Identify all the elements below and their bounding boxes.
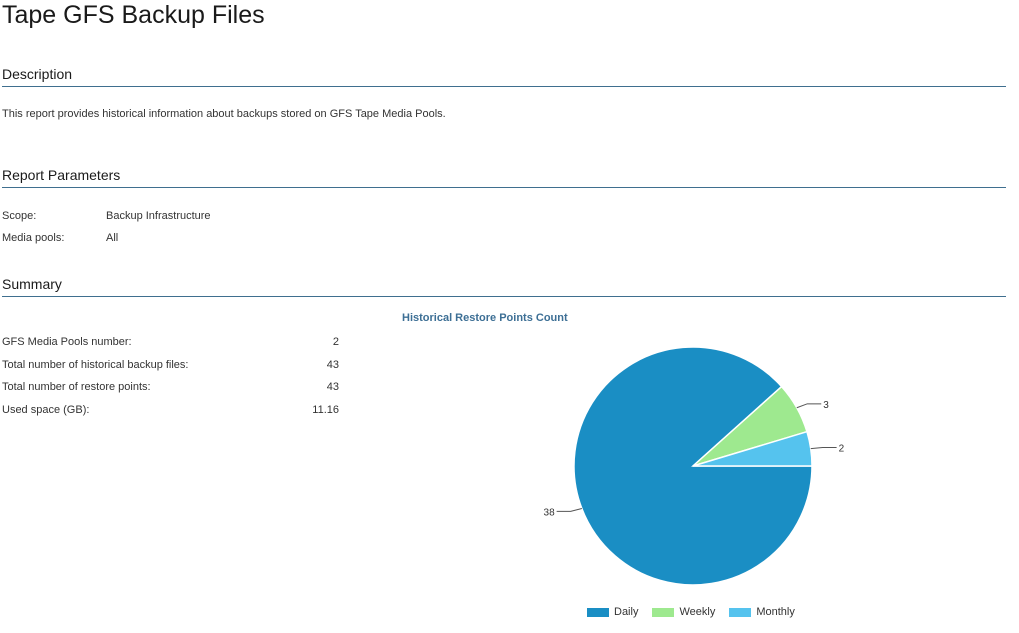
legend-item-monthly: Monthly — [729, 606, 795, 618]
legend-item-weekly: Weekly — [652, 606, 715, 618]
data-label-leader — [556, 508, 582, 512]
data-label: 3 — [823, 400, 829, 411]
legend-label: Monthly — [756, 606, 795, 618]
data-label: 2 — [839, 444, 845, 455]
legend-swatch — [729, 607, 752, 617]
legend-label: Daily — [614, 606, 639, 618]
legend-item-daily: Daily — [587, 606, 638, 618]
legend-label: Weekly — [679, 606, 716, 618]
legend-swatch — [587, 607, 609, 617]
data-label-leader — [796, 403, 822, 409]
data-label-leader — [810, 447, 837, 450]
chart-legend: Daily Weekly Monthly — [587, 606, 809, 618]
legend-swatch — [652, 607, 675, 617]
data-label: 38 — [544, 507, 556, 518]
pie-chart: 38 3 2 — [544, 346, 845, 586]
